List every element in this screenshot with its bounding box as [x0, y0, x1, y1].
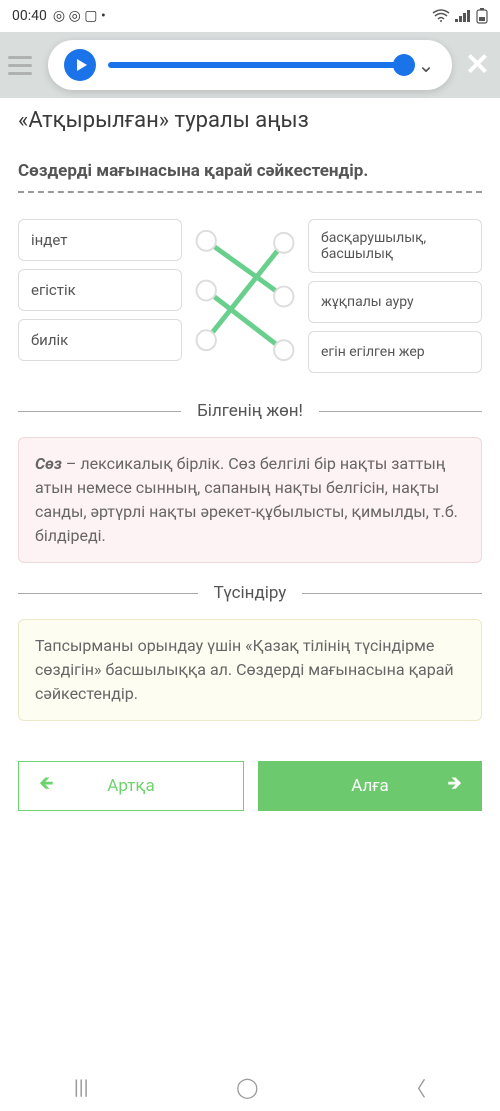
nav-recent-icon[interactable]: |||	[74, 1075, 89, 1099]
audio-slider[interactable]	[108, 62, 404, 68]
menu-icon[interactable]	[0, 56, 40, 75]
explain-label: Түсіндіру	[214, 583, 287, 603]
android-nav-bar: ||| ◯ 〈	[0, 1063, 500, 1111]
chevron-down-icon[interactable]: ⌄	[416, 55, 436, 75]
tip-box: Тапсырманы орындау үшін «Қазақ тілінің т…	[18, 619, 482, 721]
header-bar: ⌄ ✕	[0, 32, 500, 98]
slider-thumb[interactable]	[393, 54, 415, 76]
back-label: Артқа	[107, 776, 154, 796]
instruction-text: Сөздерді мағынасына қарай сәйкестендір.	[18, 161, 482, 181]
right-column: басқарушылық, басшылық жұқпалы ауру егін…	[308, 219, 482, 373]
left-column: індет егістік билік	[18, 219, 182, 373]
match-area: індет егістік билік басқарушылық, басшыл…	[18, 219, 482, 373]
status-time: 00:40	[12, 8, 47, 24]
close-icon[interactable]: ✕	[465, 48, 490, 83]
divider-dashed	[18, 187, 482, 193]
nav-home-icon[interactable]: ◯	[236, 1075, 258, 1099]
explain-section: Түсіндіру	[18, 583, 482, 603]
next-label: Алға	[351, 776, 388, 796]
feedback-section: Білгенің жөн!	[18, 401, 482, 421]
info-box: Сөз – лексикалық бірлік. Сөз белгілі бір…	[18, 437, 482, 563]
status-bar: 00:40 ◎ ◎ ▢ •	[0, 0, 500, 32]
feedback-text: Білгенің жөн!	[197, 401, 303, 421]
word-right[interactable]: жұқпалы ауру	[308, 281, 482, 323]
nav-back-icon[interactable]: 〈	[406, 1073, 426, 1102]
status-icons: ◎ ◎ ▢ •	[53, 8, 106, 24]
word-left[interactable]: егістік	[18, 269, 182, 311]
info-bold: Сөз	[35, 454, 62, 473]
back-button[interactable]: 🡸 Артқа	[18, 761, 244, 811]
word-left[interactable]: індет	[18, 219, 182, 261]
word-right[interactable]: басқарушылық, басшылық	[308, 219, 482, 273]
match-connectors	[182, 219, 308, 373]
page-title: «Атқырылған» туралы аңыз	[18, 108, 482, 133]
audio-player: ⌄	[48, 40, 452, 90]
arrow-right-icon: 🡺	[447, 771, 462, 801]
next-button[interactable]: Алға 🡺	[258, 761, 482, 811]
info-text: – лексикалық бірлік. Сөз белгілі бір нақ…	[35, 454, 458, 545]
word-left[interactable]: билік	[18, 319, 182, 361]
word-right[interactable]: егін егілген жер	[308, 331, 482, 373]
status-right	[432, 8, 488, 24]
arrow-left-icon: 🡸	[39, 771, 54, 801]
play-button[interactable]	[64, 49, 96, 81]
